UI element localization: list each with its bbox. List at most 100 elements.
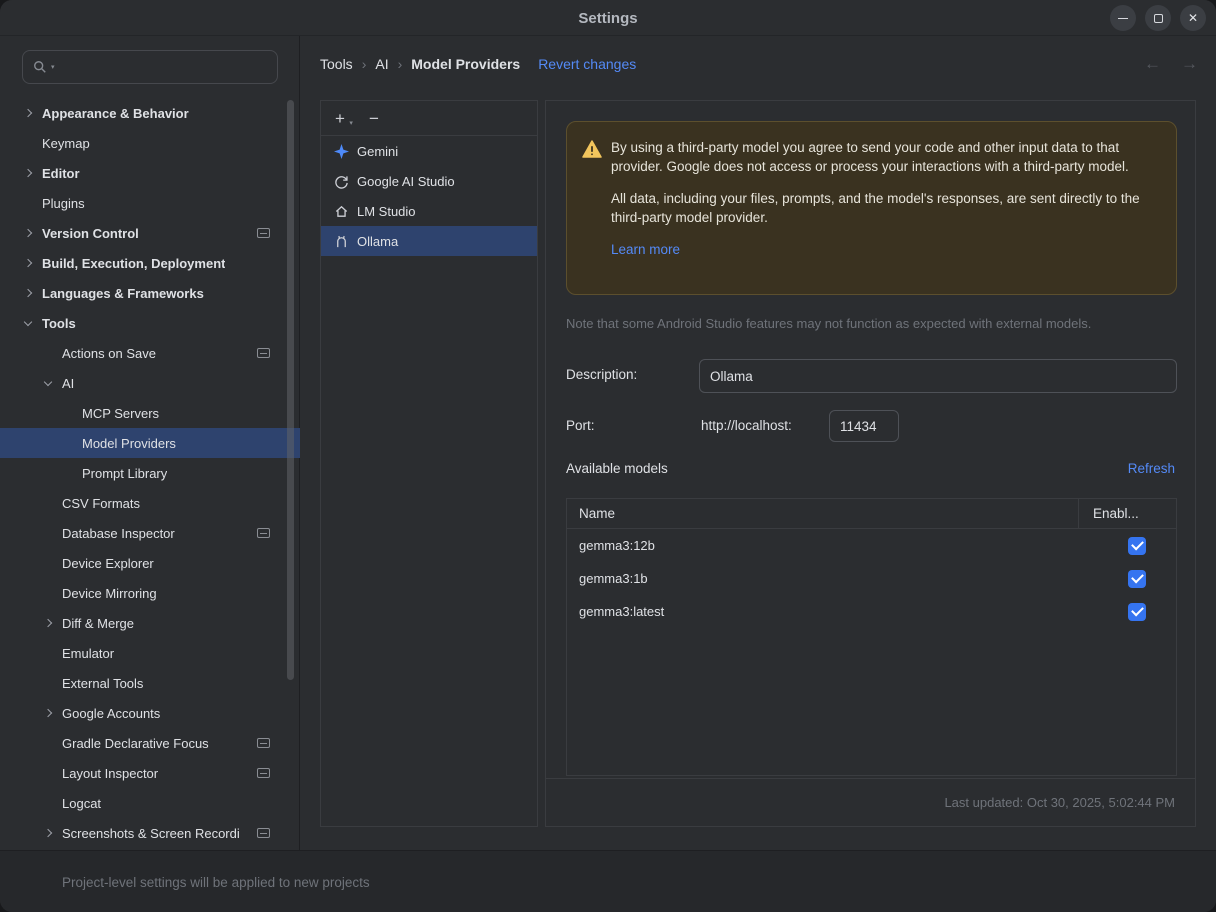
sidebar-scrollbar[interactable]	[287, 100, 294, 680]
model-name: gemma3:12b	[567, 538, 1078, 553]
sidebar-item-plugins[interactable]: Plugins	[0, 188, 300, 218]
learn-more-link[interactable]: Learn more	[611, 242, 680, 257]
warning-text-1: By using a third-party model you agree t…	[611, 138, 1154, 176]
sidebar-item-google-accounts[interactable]: Google Accounts	[0, 698, 300, 728]
sidebar-item-mcp-servers[interactable]: MCP Servers	[0, 398, 300, 428]
sidebar-item-database-inspector[interactable]: Database Inspector	[0, 518, 300, 548]
provider-item-gemini[interactable]: Gemini	[321, 136, 537, 166]
sidebar-item-tools[interactable]: Tools	[0, 308, 300, 338]
close-button[interactable]: ✕	[1180, 5, 1206, 31]
provider-detail-panel: By using a third-party model you agree t…	[545, 100, 1196, 827]
title-bar: Settings ✕	[0, 0, 1216, 36]
history-nav: ← →	[1144, 36, 1198, 92]
footer-hint: Project-level settings will be applied t…	[62, 851, 370, 912]
external-models-note: Note that some Android Studio features m…	[566, 316, 1091, 331]
provider-item-ollama[interactable]: Ollama	[321, 226, 537, 256]
breadcrumb-separator-icon: ›	[362, 56, 367, 72]
warning-icon	[582, 140, 602, 161]
chevron-down-icon	[20, 315, 36, 331]
sidebar-item-gradle-declarative-focus[interactable]: Gradle Declarative Focus	[0, 728, 300, 758]
refresh-link[interactable]: Refresh	[1128, 461, 1175, 476]
settings-sidebar: ▾ Appearance & Behavior Keymap Editor Pl…	[0, 36, 300, 850]
provider-item-google-ai-studio[interactable]: Google AI Studio	[321, 166, 537, 196]
sidebar-item-model-providers[interactable]: Model Providers	[0, 428, 300, 458]
screen-icon	[257, 348, 270, 358]
minimize-icon	[1118, 18, 1128, 19]
ollama-icon	[333, 233, 349, 249]
sidebar-item-appearance-behavior[interactable]: Appearance & Behavior	[0, 98, 300, 128]
port-label: Port:	[566, 418, 595, 433]
warning-text-2: All data, including your files, prompts,…	[611, 189, 1154, 227]
maximize-icon	[1154, 14, 1163, 23]
forward-arrow-icon[interactable]: →	[1181, 54, 1198, 74]
revert-changes-link[interactable]: Revert changes	[538, 56, 636, 72]
settings-search-input[interactable]	[59, 60, 267, 75]
settings-window: Settings ✕ ▾ Appearance & Behavior Keyma…	[0, 0, 1216, 912]
screen-icon	[257, 738, 270, 748]
model-enabled-checkbox[interactable]	[1128, 537, 1146, 555]
screen-icon	[257, 228, 270, 238]
breadcrumb-separator-icon: ›	[398, 56, 403, 72]
window-title: Settings	[0, 0, 1216, 36]
sidebar-item-actions-on-save[interactable]: Actions on Save	[0, 338, 300, 368]
sidebar-item-emulator[interactable]: Emulator	[0, 638, 300, 668]
maximize-button[interactable]	[1145, 5, 1171, 31]
model-enabled-checkbox[interactable]	[1128, 570, 1146, 588]
provider-toolbar: +▾ −	[321, 101, 537, 136]
third-party-warning-banner: By using a third-party model you agree t…	[566, 121, 1177, 295]
sidebar-item-build-execution-deployment[interactable]: Build, Execution, Deployment	[0, 248, 300, 278]
provider-list-panel: +▾ − Gemini Google AI Studio LM Studio	[320, 100, 538, 827]
lm-studio-icon	[333, 203, 349, 219]
screen-icon	[257, 828, 270, 838]
settings-search: ▾	[22, 50, 278, 84]
sidebar-item-version-control[interactable]: Version Control	[0, 218, 300, 248]
sidebar-item-ai[interactable]: AI	[0, 368, 300, 398]
sidebar-item-prompt-library[interactable]: Prompt Library	[0, 458, 300, 488]
screen-icon	[257, 768, 270, 778]
sidebar-item-external-tools[interactable]: External Tools	[0, 668, 300, 698]
add-dropdown-caret-icon: ▾	[349, 120, 353, 127]
remove-provider-button[interactable]: −	[369, 110, 379, 127]
sidebar-item-device-mirroring[interactable]: Device Mirroring	[0, 578, 300, 608]
last-updated-status: Last updated: Oct 30, 2025, 5:02:44 PM	[546, 778, 1195, 826]
dialog-footer: ? Project-level settings will be applied…	[0, 850, 1216, 912]
table-row: gemma3:latest	[567, 595, 1176, 628]
window-controls: ✕	[1110, 5, 1206, 31]
sidebar-item-editor[interactable]: Editor	[0, 158, 300, 188]
chevron-down-icon	[40, 375, 56, 391]
breadcrumb-tools[interactable]: Tools	[320, 56, 353, 72]
sidebar-item-logcat[interactable]: Logcat	[0, 788, 300, 818]
breadcrumb: Tools › AI › Model Providers Revert chan…	[320, 36, 1156, 92]
add-provider-button[interactable]: +▾	[335, 110, 345, 127]
search-history-caret-icon: ▾	[51, 63, 55, 71]
model-name: gemma3:latest	[567, 604, 1078, 619]
sidebar-item-languages-frameworks[interactable]: Languages & Frameworks	[0, 278, 300, 308]
table-row: gemma3:12b	[567, 529, 1176, 562]
chevron-right-icon	[40, 615, 56, 631]
chevron-right-icon	[20, 255, 36, 271]
sidebar-item-device-explorer[interactable]: Device Explorer	[0, 548, 300, 578]
sidebar-item-csv-formats[interactable]: CSV Formats	[0, 488, 300, 518]
gemini-icon	[333, 143, 349, 159]
models-table: Name Enabl... gemma3:12b gemma3:1b gemma…	[566, 498, 1177, 776]
sidebar-item-screenshots-screen-recording[interactable]: Screenshots & Screen Recordi	[0, 818, 300, 848]
column-header-enabled: Enabl...	[1078, 499, 1176, 528]
provider-item-lm-studio[interactable]: LM Studio	[321, 196, 537, 226]
port-prefix: http://localhost:	[701, 418, 792, 433]
description-input[interactable]	[699, 359, 1177, 393]
back-arrow-icon[interactable]: ←	[1144, 54, 1161, 74]
breadcrumb-ai[interactable]: AI	[375, 56, 388, 72]
model-name: gemma3:1b	[567, 571, 1078, 586]
search-icon	[33, 60, 47, 74]
minimize-button[interactable]	[1110, 5, 1136, 31]
sidebar-item-layout-inspector[interactable]: Layout Inspector	[0, 758, 300, 788]
sidebar-item-keymap[interactable]: Keymap	[0, 128, 300, 158]
column-header-name: Name	[567, 499, 1078, 528]
sidebar-item-diff-merge[interactable]: Diff & Merge	[0, 608, 300, 638]
chevron-right-icon	[40, 825, 56, 841]
port-input[interactable]	[829, 410, 899, 442]
breadcrumb-model-providers: Model Providers	[411, 56, 520, 72]
chevron-right-icon	[40, 705, 56, 721]
description-label: Description:	[566, 367, 637, 382]
model-enabled-checkbox[interactable]	[1128, 603, 1146, 621]
